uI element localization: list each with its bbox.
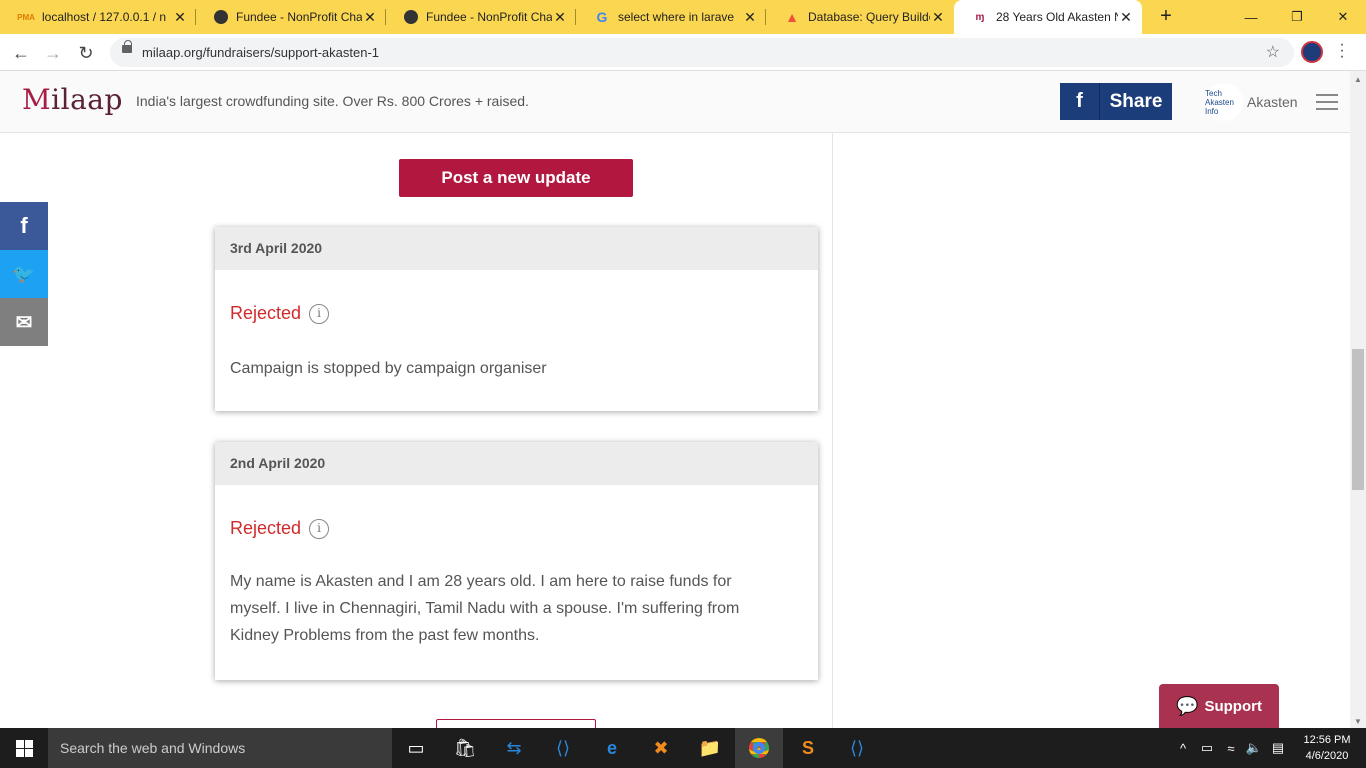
browser-tab[interactable]: Fundee - NonProfit Cha ✕ — [196, 0, 386, 34]
edge-icon[interactable]: e — [588, 728, 636, 768]
browser-tab-active[interactable]: ɱ 28 Years Old Akasten N ✕ — [954, 0, 1142, 34]
milaap-logo[interactable]: Milaap — [22, 83, 123, 116]
scroll-thumb[interactable] — [1352, 349, 1364, 490]
task-view-icon[interactable]: ▭ — [392, 728, 440, 768]
close-icon[interactable]: ✕ — [930, 9, 946, 26]
status-label: Rejected — [230, 518, 302, 538]
tray-chevron-icon[interactable]: ^ — [1174, 728, 1192, 768]
globe-icon — [214, 10, 228, 24]
column-divider — [832, 133, 833, 728]
info-icon[interactable]: i — [309, 518, 330, 539]
notifications-icon[interactable]: ▤ — [1268, 728, 1288, 768]
hamburger-menu-icon[interactable] — [1316, 94, 1338, 115]
browser-tab[interactable]: ▲ Database: Query Builde ✕ — [766, 0, 954, 34]
update-status: Rejected i — [230, 518, 330, 539]
bookmark-star-icon[interactable]: ☆ — [1266, 42, 1280, 62]
clock-date: 4/6/2020 — [1305, 750, 1349, 762]
new-tab-button[interactable]: + — [1154, 5, 1178, 29]
clock-time: 12:56 PM — [1303, 734, 1351, 746]
milaap-icon: ɱ — [975, 11, 985, 23]
file-explorer-icon[interactable]: 📁 — [686, 728, 734, 768]
sublime-text-icon[interactable]: S — [784, 728, 832, 768]
close-window-button[interactable]: ✕ — [1320, 0, 1366, 34]
address-bar[interactable]: milaap.org/fundraisers/support-akasten-1… — [110, 38, 1294, 67]
page-scrollbar[interactable]: ▲ ▼ — [1350, 71, 1366, 728]
update-date: 2nd April 2020 — [215, 442, 818, 485]
tab-title: Fundee - NonProfit Cha — [426, 10, 552, 24]
facebook-icon: f — [1060, 83, 1100, 120]
facebook-share-button[interactable]: f Share — [1060, 83, 1172, 120]
globe-icon — [404, 10, 418, 24]
support-button[interactable]: 💬 Support — [1159, 684, 1279, 728]
chrome-icon[interactable] — [735, 728, 783, 768]
laravel-icon: ▲ — [785, 9, 799, 25]
tab-title: 28 Years Old Akasten N — [996, 10, 1118, 24]
tab-title: select where in larave — [618, 10, 735, 24]
tab-title: Fundee - NonProfit Cha — [236, 10, 362, 24]
browser-tabstrip: PMA localhost / 127.0.0.1 / n ✕ Fundee -… — [0, 0, 1366, 34]
taskbar-clock[interactable]: 12:56 PM 4/6/2020 — [1296, 732, 1358, 764]
taskbar-search[interactable]: Search the web and Windows — [48, 728, 392, 768]
store-icon[interactable]: 🛍 — [441, 728, 489, 768]
windows-start-icon[interactable] — [0, 728, 48, 768]
site-tagline: India's largest crowdfunding site. Over … — [136, 93, 529, 109]
windows-taskbar: Search the web and Windows ▭ 🛍 ⇆ ⟨⟩ e ✖ … — [0, 728, 1366, 768]
update-status: Rejected i — [230, 303, 330, 324]
support-label: Support — [1204, 697, 1262, 715]
share-label: Share — [1109, 90, 1163, 112]
volume-icon[interactable]: 🔈 — [1244, 728, 1264, 768]
facebook-share-icon[interactable]: f — [0, 202, 48, 250]
back-icon[interactable]: ← — [8, 40, 34, 66]
browser-menu-icon[interactable]: · · · — [1334, 37, 1350, 65]
close-icon[interactable]: ✕ — [1118, 9, 1134, 26]
phpmyadmin-icon: PMA — [17, 12, 35, 22]
browser-toolbar: ← → ↻ milaap.org/fundraisers/support-aka… — [0, 34, 1366, 71]
close-icon[interactable]: ✕ — [362, 9, 378, 26]
vscode-icon[interactable]: ⟨⟩ — [833, 728, 881, 768]
tab-title: localhost / 127.0.0.1 / n — [42, 10, 167, 24]
update-body: Campaign is stopped by campaign organise… — [230, 360, 547, 377]
info-icon[interactable]: i — [309, 303, 330, 324]
update-body: My name is Akasten and I am 28 years old… — [230, 573, 740, 644]
update-card: 3rd April 2020 Rejected i Campaign is st… — [215, 227, 818, 411]
browser-tab[interactable]: G select where in larave ✕ — [576, 0, 766, 34]
url-text[interactable]: milaap.org/fundraisers/support-akasten-1 — [142, 45, 379, 60]
reload-icon[interactable]: ↻ — [73, 40, 99, 66]
logo-text: ilaap — [51, 83, 123, 116]
update-date: 3rd April 2020 — [215, 227, 818, 270]
wifi-icon[interactable]: ≈ — [1222, 728, 1240, 768]
google-icon: G — [596, 9, 608, 25]
battery-icon[interactable]: ▭ — [1198, 728, 1216, 768]
browser-tab[interactable]: PMA localhost / 127.0.0.1 / n ✕ — [0, 0, 196, 34]
close-icon[interactable]: ✕ — [552, 9, 568, 26]
close-icon[interactable]: ✕ — [742, 9, 758, 26]
xampp-icon[interactable]: ✖ — [637, 728, 685, 768]
support-chat-icon: 💬 — [1176, 695, 1199, 716]
email-share-icon[interactable]: ✉ — [0, 298, 48, 346]
site-header: Milaap India's largest crowdfunding site… — [0, 71, 1350, 133]
close-icon[interactable]: ✕ — [172, 9, 188, 26]
logo-initial: M — [22, 83, 52, 116]
tab-title: Database: Query Builde — [808, 10, 930, 24]
post-update-button[interactable]: Post a new update — [399, 159, 633, 197]
browser-tab[interactable]: Fundee - NonProfit Cha ✕ — [386, 0, 576, 34]
lock-icon — [122, 40, 132, 53]
user-avatar[interactable]: Tech Akasten Info — [1205, 83, 1243, 121]
teamviewer-icon[interactable]: ⇆ — [490, 728, 538, 768]
scroll-down-icon[interactable]: ▼ — [1354, 717, 1362, 726]
vscode-icon[interactable]: ⟨⟩ — [539, 728, 587, 768]
forward-icon[interactable]: → — [40, 40, 66, 66]
scroll-up-icon[interactable]: ▲ — [1354, 75, 1362, 84]
twitter-share-icon[interactable]: 🐦 — [0, 250, 48, 298]
status-label: Rejected — [230, 303, 302, 323]
update-card: 2nd April 2020 Rejected i My name is Aka… — [215, 442, 818, 680]
restore-button[interactable]: ❐ — [1274, 0, 1320, 34]
minimize-button[interactable]: — — [1228, 0, 1274, 34]
username[interactable]: Akasten — [1247, 94, 1298, 110]
profile-avatar[interactable] — [1301, 41, 1323, 63]
